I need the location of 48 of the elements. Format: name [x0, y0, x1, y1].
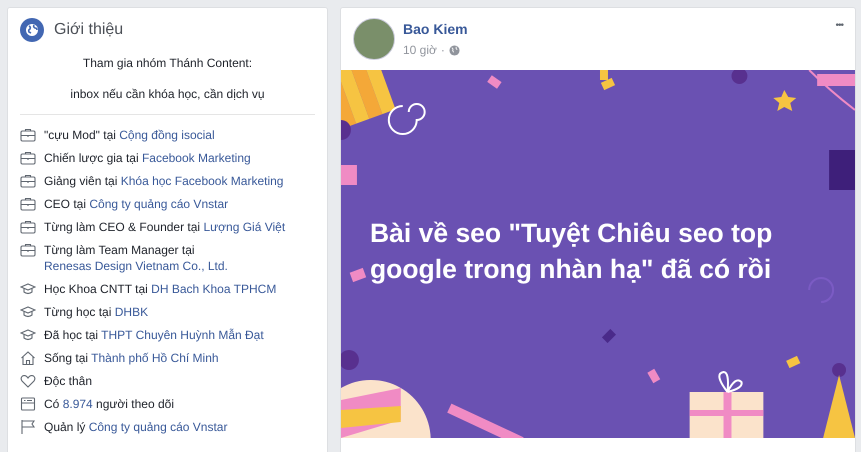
link[interactable]: Khóa học Facebook Marketing: [120, 174, 284, 188]
briefcase-icon: [20, 150, 36, 166]
card-icon: [20, 396, 36, 412]
link[interactable]: Facebook Marketing: [142, 151, 251, 165]
link[interactable]: Công ty quảng cáo Vnstar: [88, 420, 228, 434]
briefcase-icon: [20, 196, 36, 212]
link[interactable]: Lượng Giá Việt: [203, 220, 286, 234]
link[interactable]: Thành phố Hồ Chí Minh: [91, 351, 219, 365]
link[interactable]: Renesas Design Vietnam Co., Ltd.: [44, 259, 228, 273]
separator: ·: [440, 43, 445, 57]
intro-item-text: Từng làm Team Manager tại Renesas Design Vietnam Co., Ltd.: [44, 242, 229, 274]
intro-item-text: Chiến lược gia tại Facebook Marketing: [44, 150, 251, 166]
intro-item-text: CEO tại Công ty quảng cáo Vnstar: [44, 196, 228, 212]
heart-icon: [20, 373, 36, 389]
link[interactable]: Cộng đồng isocial: [119, 128, 215, 142]
link[interactable]: 8.974: [62, 397, 93, 411]
author-name[interactable]: Bao Kiem: [403, 21, 468, 37]
intro-item-text: Giảng viên tại Khóa học Facebook Marketing: [44, 173, 284, 189]
graduation-cap-icon: [20, 304, 36, 320]
link[interactable]: Công ty quảng cáo Vnstar: [89, 197, 228, 211]
briefcase-icon: [20, 242, 36, 258]
intro-item-text: Từng làm CEO & Founder tại Lượng Giá Việt: [44, 219, 286, 235]
graduation-cap-icon: [20, 327, 36, 343]
intro-item-text: Đã học tại THPT Chuyên Huỳnh Mẫn Đạt: [44, 327, 264, 343]
intro-item-text: Có 8.974 người theo dõi: [44, 396, 174, 412]
intro-item-text: Từng học tại DHBK: [44, 304, 148, 320]
more-options-button[interactable]: •••: [835, 18, 843, 32]
intro-item-text: Sống tại Thành phố Hồ Chí Minh: [44, 350, 219, 366]
link[interactable]: DH Bach Khoa TPHCM: [151, 282, 276, 296]
graduation-cap-icon: [20, 281, 36, 297]
intro-item-text: Học Khoa CNTT tại DH Bach Khoa TPHCM: [44, 281, 276, 297]
intro-item-text: Quản lý Công ty quảng cáo Vnstar: [44, 419, 228, 435]
section-title: Giới thiệu: [54, 21, 124, 39]
briefcase-icon: [20, 219, 36, 235]
link[interactable]: THPT Chuyên Huỳnh Mẫn Đạt: [101, 328, 264, 342]
bio-text: inbox nếu cần khóa học, cần dịch vụ: [69, 87, 266, 101]
link[interactable]: DHBK: [114, 305, 148, 319]
flag-icon: [20, 419, 36, 435]
globe-icon: [448, 44, 460, 56]
house-icon: [20, 350, 36, 366]
globe-icon: [20, 18, 44, 42]
intro-item-text: Độc thân: [44, 373, 92, 389]
post-text: Bài về seo "Tuyệt Chiêu seo top google trong nhàn hạ" đã có rồi: [370, 217, 774, 286]
avatar[interactable]: [353, 18, 395, 60]
briefcase-icon: [20, 173, 36, 189]
bio-text: Tham gia nhóm Thánh Content:: [82, 56, 254, 70]
intro-item-text: "cựu Mod" tại Cộng đồng isocial: [44, 127, 215, 143]
briefcase-icon: [20, 127, 36, 143]
